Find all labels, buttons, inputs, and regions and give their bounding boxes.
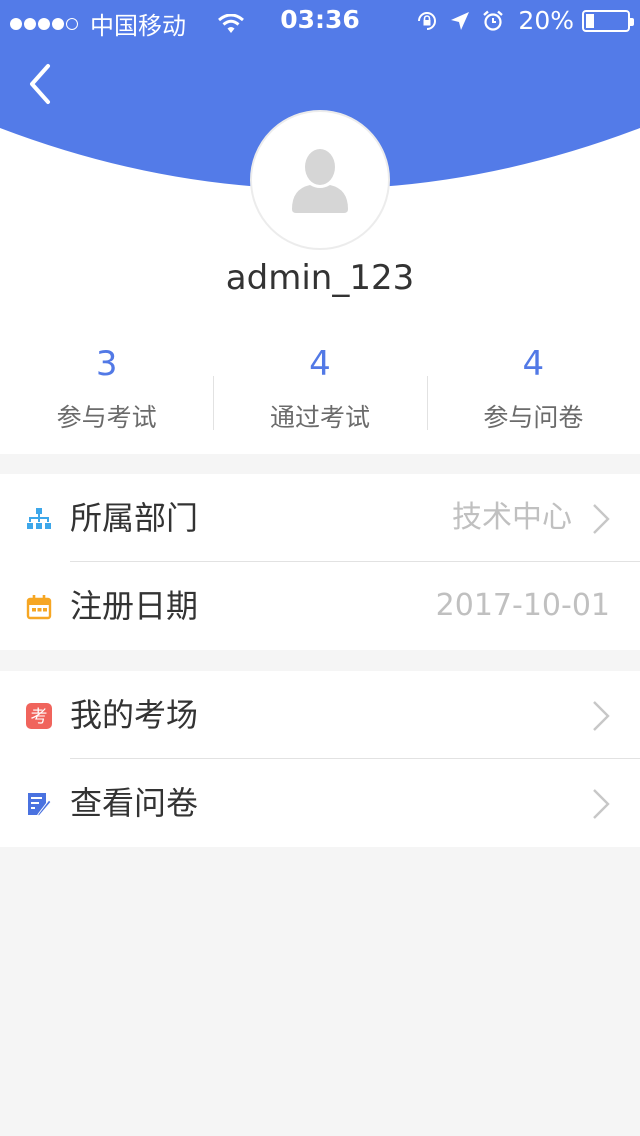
info-group: 所属部门 技术中心 注册日期 2017-10-01 <box>0 474 640 650</box>
chevron-right-icon <box>593 701 610 731</box>
stat-value: 4 <box>522 344 545 384</box>
stat-label: 参与考试 <box>56 403 157 432</box>
department-label: 所属部门 <box>70 499 199 537</box>
stat-value: 3 <box>95 344 118 384</box>
orientation-lock-icon <box>418 11 437 30</box>
back-button[interactable] <box>24 60 64 110</box>
view-surveys-label: 查看问卷 <box>70 784 199 822</box>
menu-group: 考 我的考场 查看问卷 <box>0 671 640 847</box>
stat-value: 4 <box>309 344 331 384</box>
avatar[interactable] <box>250 110 390 250</box>
stat-exams-taken: 3 参与考试 <box>0 340 213 440</box>
my-exams-label: 我的考场 <box>70 696 199 734</box>
org-chart-icon <box>27 508 51 529</box>
chevron-right-icon <box>593 789 610 819</box>
battery-percentage: 20% <box>518 6 574 35</box>
department-row[interactable]: 所属部门 技术中心 <box>0 474 640 562</box>
edit-note-icon <box>28 793 52 817</box>
location-arrow-icon <box>451 11 470 30</box>
register-date-value: 2017-10-01 <box>435 588 610 623</box>
exam-badge-icon: 考 <box>26 703 52 729</box>
svg-text:考: 考 <box>31 707 48 727</box>
register-date-label: 注册日期 <box>70 587 199 625</box>
stat-label: 参与问卷 <box>483 403 584 432</box>
register-date-row: 注册日期 2017-10-01 <box>0 562 640 650</box>
calendar-icon <box>26 595 52 620</box>
stat-surveys-taken: 4 参与问卷 <box>426 340 640 440</box>
alarm-clock-icon <box>483 10 504 31</box>
chevron-left-icon <box>30 64 50 104</box>
status-bar: 中国移动 03:36 20% <box>0 0 640 40</box>
username: admin_123 <box>225 258 415 298</box>
my-exams-row[interactable]: 考 我的考场 <box>0 671 640 759</box>
view-surveys-row[interactable]: 查看问卷 <box>0 759 640 847</box>
stat-exams-passed: 4 通过考试 <box>213 340 426 440</box>
stats-summary: 3 参与考试 4 通过考试 4 参与问卷 <box>0 340 640 440</box>
department-value: 技术中心 <box>452 500 572 535</box>
profile-header: 中国移动 03:36 20% admin_123 3 参与考试 4 通过考试 4… <box>0 0 640 454</box>
chevron-right-icon <box>593 504 610 534</box>
user-silhouette-icon <box>292 149 348 213</box>
stat-label: 通过考试 <box>269 403 370 432</box>
battery-icon <box>582 9 634 32</box>
